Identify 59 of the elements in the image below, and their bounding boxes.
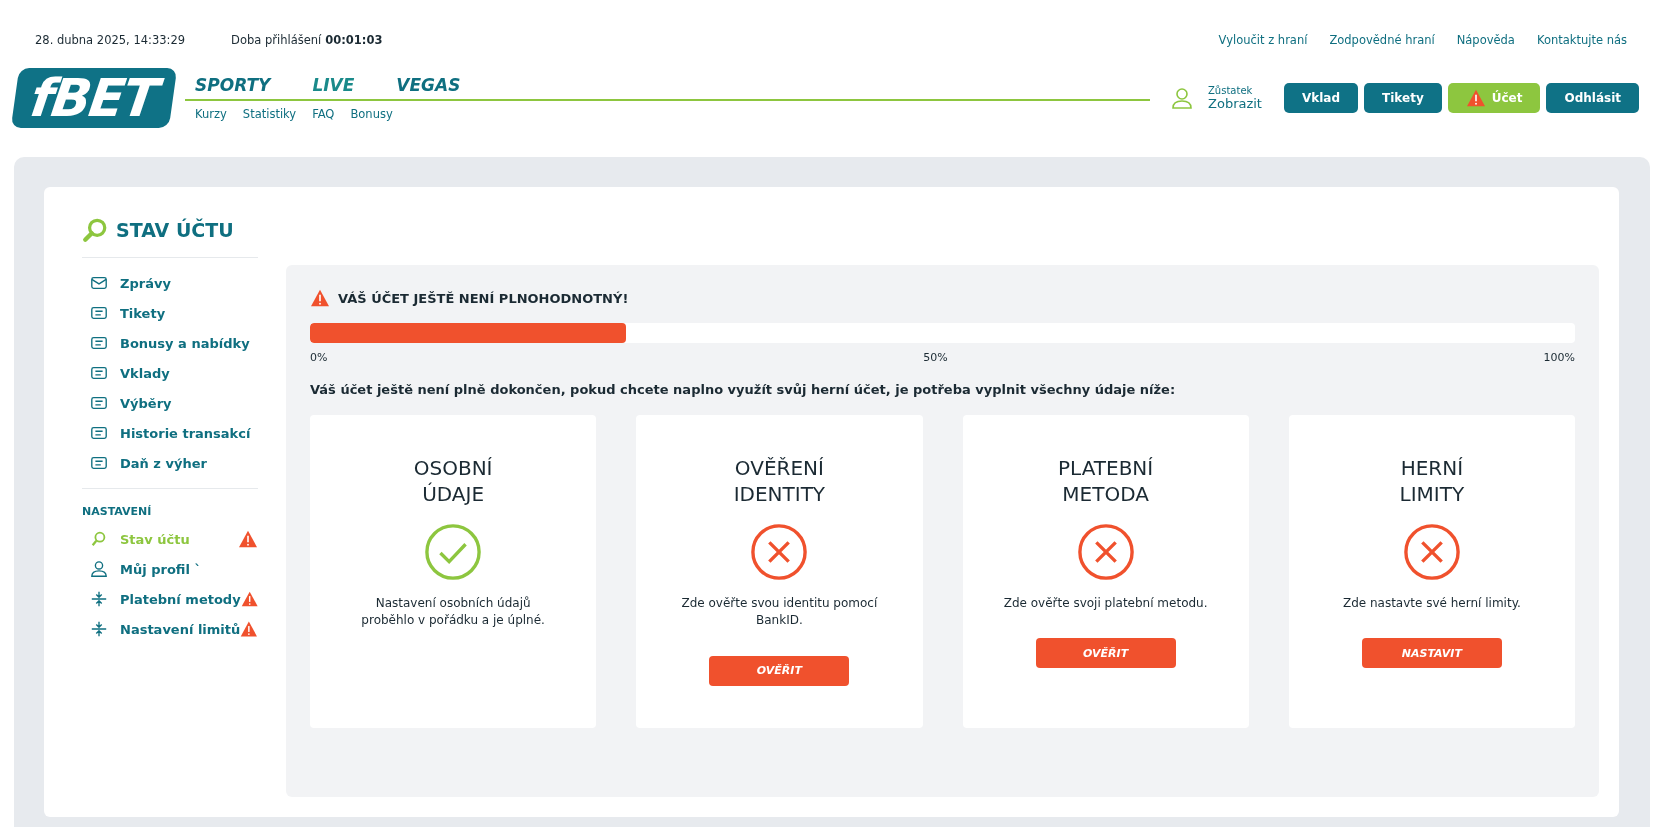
sidebar-item[interactable]: Historie transakcí [82, 418, 258, 448]
card-text: Zde ověřte svou identitu pomocí BankID. [680, 595, 879, 630]
date-time: 28. dubna 2025, 14:33:29 [35, 33, 186, 47]
header-button[interactable]: Vklad [1284, 83, 1359, 113]
card-button[interactable]: NASTAVIT [1361, 638, 1502, 669]
card-button[interactable]: OVĚŘIT [1035, 638, 1176, 669]
search-icon [90, 530, 108, 548]
scale-label: 50% [923, 351, 948, 364]
search-icon [82, 217, 108, 243]
balance-link[interactable]: Zobrazit [1208, 96, 1262, 111]
nav-tab[interactable]: SPORTY [195, 75, 271, 95]
section-title: STAV ÚČTU [116, 219, 234, 241]
sidebar-item[interactable]: Zprávy [82, 268, 258, 298]
card-text: Zde nastavte své herní limity. [1341, 595, 1522, 612]
nav-tab[interactable]: VEGAS [396, 75, 461, 95]
session-label: Doba přihlášení [231, 33, 322, 47]
sidebar-item[interactable]: Výběry [82, 388, 258, 418]
top-link[interactable]: Vyloučit z hraní [1218, 33, 1308, 47]
warning-icon [238, 530, 258, 548]
logo[interactable]: fBET [10, 68, 178, 128]
scale-label: 0% [310, 351, 328, 364]
card-title: OSOBNÍ ÚDAJE [413, 455, 493, 507]
top-link[interactable]: Kontaktujte nás [1536, 33, 1627, 47]
card-title: OVĚŘENÍ IDENTITY [733, 455, 826, 507]
card-text: Zde ověřte svoji platební metodu. [1002, 595, 1209, 612]
card-title: PLATEBNÍ METODA [1058, 455, 1154, 507]
sidebar-item[interactable]: Můj profil ` [82, 554, 258, 584]
status-message: Váš účet ještě není plně dokončen, pokud chcete naplno využít svůj herní účet, je potřeba vyplnit všechny údaje níže: [310, 382, 1177, 397]
user-icon [90, 560, 108, 578]
settings-heading: NASTAVENÍ [82, 488, 258, 524]
warning-icon [310, 289, 330, 307]
top-link[interactable]: Nápověda [1456, 33, 1515, 47]
subnav-link[interactable]: FAQ [312, 107, 335, 121]
header-button[interactable]: Odhlásit [1546, 83, 1639, 113]
sidebar-item[interactable]: Nastavení limitů [82, 614, 258, 644]
subnav-link[interactable]: Bonusy [350, 107, 393, 121]
balance-label: Zůstatek [1208, 85, 1254, 96]
header-button[interactable]: Tikety [1364, 83, 1442, 113]
card-title: HERNÍ LIMITY [1399, 455, 1465, 507]
sidebar-item[interactable]: Daň z výher [82, 448, 258, 478]
card-text: Nastavení osobních údajů proběhlo v pořádku a je úplné. [360, 595, 546, 630]
nav-tab[interactable]: LIVE [312, 75, 355, 95]
sidebar-item[interactable]: Platební metody [82, 584, 258, 614]
warning-icon [1465, 89, 1486, 107]
user-icon[interactable] [1170, 86, 1194, 110]
session-time: 00:01:03 [325, 33, 383, 47]
status-heading: VÁŠ ÚČET JEŠTĚ NENÍ PLNOHODNOTNÝ! [338, 290, 629, 306]
subnav-link[interactable]: Kurzy [195, 107, 227, 121]
sidebar-item[interactable]: Tikety [82, 298, 258, 328]
top-link[interactable]: Zodpovědné hraní [1329, 33, 1435, 47]
warning-icon [240, 590, 258, 608]
sidebar-item[interactable]: Vklady [82, 358, 258, 388]
subnav-link[interactable]: Statistiky [242, 107, 297, 121]
scale-label: 100% [1543, 351, 1575, 364]
card-button[interactable]: OVĚŘIT [709, 655, 850, 686]
sidebar-item[interactable]: Bonusy a nabídky [82, 328, 258, 358]
warning-icon [240, 620, 258, 638]
envelope-icon [90, 274, 108, 292]
limits-icon [90, 620, 108, 638]
